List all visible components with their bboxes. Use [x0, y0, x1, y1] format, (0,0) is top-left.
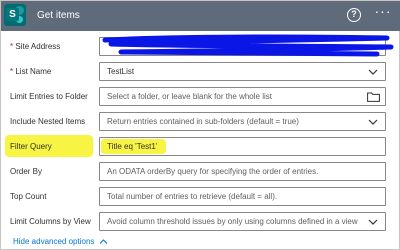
- limit-folder-label: Limit Entries to Folder: [10, 92, 88, 101]
- nested-items-placeholder: Return entries contained in sub-folders …: [107, 117, 299, 126]
- chevron-down-icon[interactable]: [367, 66, 379, 78]
- help-button[interactable]: ?: [347, 8, 361, 22]
- redaction-scribble: [102, 34, 394, 57]
- order-by-placeholder: An ODATA orderBy query for specifying th…: [107, 167, 319, 176]
- order-by-input[interactable]: An ODATA orderBy query for specifying th…: [99, 162, 386, 181]
- filter-query-row: Filter Query Title eq 'Test1': [1, 135, 400, 158]
- limit-folder-placeholder: Select a folder, or leave blank for the …: [107, 92, 272, 101]
- order-by-label: Order By: [10, 167, 43, 176]
- limit-folder-input[interactable]: Select a folder, or leave blank for the …: [99, 87, 386, 106]
- nested-items-label: Include Nested Items: [10, 117, 86, 126]
- sharepoint-icon-letter: S: [6, 8, 19, 21]
- sharepoint-icon: S: [4, 4, 26, 26]
- limit-columns-placeholder: Avoid column threshold issues by only us…: [107, 217, 358, 226]
- action-title[interactable]: Get items: [37, 10, 80, 21]
- get-items-action-card: S Get items ? ··· * Site Address * List …: [0, 0, 400, 250]
- site-address-label: * Site Address: [10, 42, 61, 51]
- chevron-down-icon[interactable]: [367, 216, 379, 228]
- limit-columns-dropdown[interactable]: Avoid column threshold issues by only us…: [99, 212, 386, 231]
- filter-query-value: Title eq 'Test1': [107, 142, 158, 151]
- filter-query-input[interactable]: Title eq 'Test1': [99, 137, 386, 156]
- nested-items-row: Include Nested Items Return entries cont…: [1, 110, 400, 133]
- limit-columns-row: Limit Columns by View Avoid column thres…: [1, 210, 400, 233]
- chevron-down-icon[interactable]: [367, 116, 379, 128]
- list-name-value: TestList: [107, 67, 135, 76]
- list-name-row: * List Name TestList: [1, 60, 400, 83]
- nested-items-dropdown[interactable]: Return entries contained in sub-folders …: [99, 112, 386, 131]
- folder-icon[interactable]: [367, 92, 380, 102]
- limit-columns-label: Limit Columns by View: [10, 217, 91, 226]
- hide-advanced-options-link[interactable]: Hide advanced options: [13, 237, 94, 246]
- limit-folder-row: Limit Entries to Folder Select a folder,…: [1, 85, 400, 108]
- top-count-input[interactable]: Total number of entries to retrieve (def…: [99, 187, 386, 206]
- list-name-label: * List Name: [10, 67, 52, 76]
- top-count-label: Top Count: [10, 192, 47, 201]
- chevron-up-icon[interactable]: [99, 238, 108, 245]
- action-header[interactable]: S Get items ? ···: [1, 1, 400, 31]
- filter-query-label: Filter Query: [10, 142, 52, 151]
- list-name-dropdown[interactable]: TestList: [99, 62, 386, 81]
- top-count-row: Top Count Total number of entries to ret…: [1, 185, 400, 208]
- top-count-placeholder: Total number of entries to retrieve (def…: [107, 192, 278, 201]
- order-by-row: Order By An ODATA orderBy query for spec…: [1, 160, 400, 183]
- more-options-button[interactable]: ···: [372, 4, 394, 24]
